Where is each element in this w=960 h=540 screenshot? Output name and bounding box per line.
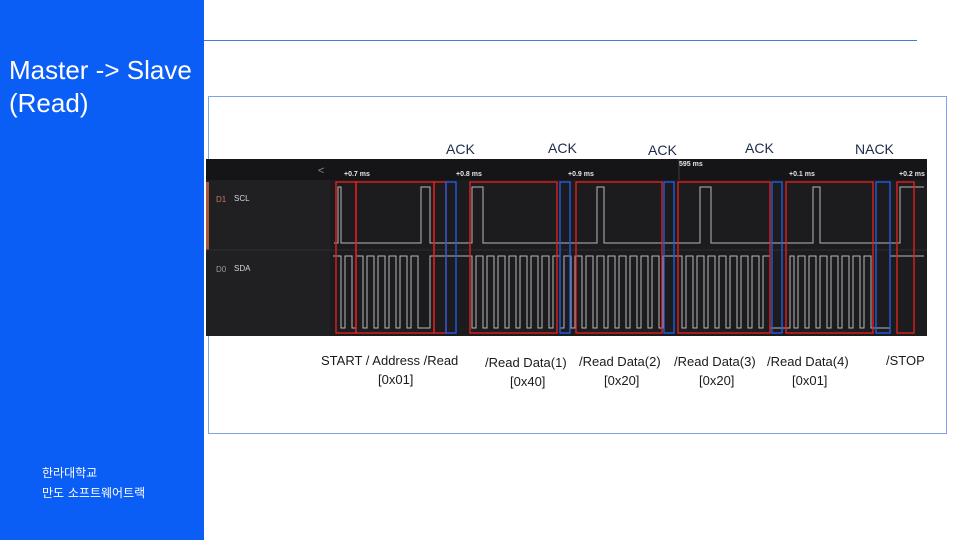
timestamp-5: +0.1 ms [789,171,815,178]
slide: Master -> Slave (Read) 한라대학교 만도 소프트웨어트랙 … [0,0,960,540]
timestamp-1: +0.7 ms [344,171,370,178]
segment-3-value: [0x20] [604,373,639,388]
collapse-chevron-icon[interactable]: < [318,165,324,177]
segment-1-value: [0x01] [378,372,413,387]
segment-4-label: /Read Data(3) [674,354,756,369]
channel-scl-id: D1 [216,195,227,204]
segment-4-value: [0x20] [699,373,734,388]
channel-sda-id: D0 [216,265,227,274]
segment-5-value: [0x01] [792,373,827,388]
ack-label-2: ACK [548,140,577,156]
i2c-timing-diagram: ACK ACK ACK ACK NACK < +0.7 ms +0.8 ms +… [206,140,927,389]
segment-1-label: START / Address /Read [321,353,458,368]
ack-label-1: ACK [446,141,475,157]
analyzer-timebar [206,159,927,180]
segment-2-label: /Read Data(1) [485,355,567,370]
segment-6-label: /STOP [886,353,925,368]
channel-sda-name: SDA [234,264,251,273]
channel-highlight [206,182,209,250]
timestamp-6: +0.2 ms [899,171,925,178]
timestamp-2: +0.8 ms [456,171,482,178]
segment-2-value: [0x40] [510,374,545,389]
ack-label-4: ACK [745,140,774,156]
channel-scl-name: SCL [234,194,250,203]
segment-3-label: /Read Data(2) [579,354,661,369]
timestamp-4: 595 ms [679,161,703,168]
timestamp-3: +0.9 ms [568,171,594,178]
segment-5-label: /Read Data(4) [767,354,849,369]
ack-label-3: ACK [648,142,677,158]
nack-label: NACK [855,141,895,157]
